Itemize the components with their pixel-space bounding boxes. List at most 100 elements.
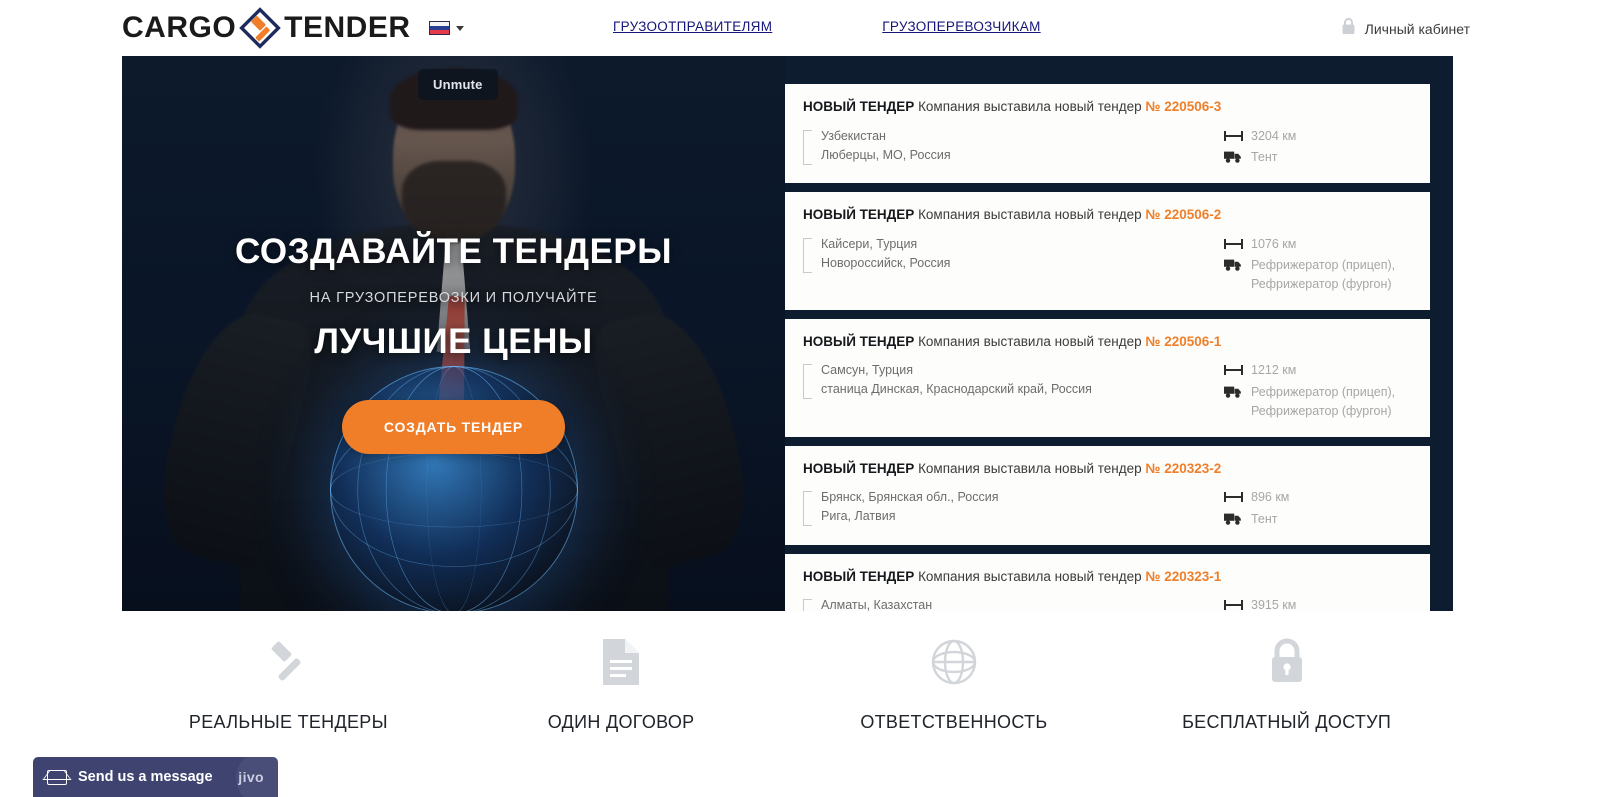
tender-card-text: Компания выставила новый тендер [918,568,1142,584]
route-bracket-icon [803,129,812,165]
route-bracket-icon [803,364,812,400]
distance-icon [1224,363,1243,376]
tender-meta: 1076 км Рефрижератор (прицеп), Рефрижерат… [1224,235,1412,297]
distance-icon [1224,129,1243,142]
feature-label: ОДИН ДОГОВОР [547,712,695,732]
tender-meta: 3204 км Тент [1224,127,1412,171]
tender-card-number: № 220323-1 [1145,568,1222,584]
tender-card-number: № 220506-2 [1145,207,1222,223]
nav-carriers[interactable]: ГРУЗОПЕРЕВОЗЧИКАМ [882,19,1040,34]
tender-card[interactable]: НОВЫЙ ТЕНДЕР Компания выставила новый те… [785,84,1430,184]
tender-card-text: Компания выставила новый тендер [918,207,1142,223]
tender-destination: Рига, Латвия [821,509,896,524]
feature-one-contract: ОДИН ДОГОВОР [455,634,788,733]
tender-card-title: НОВЫЙ ТЕНДЕР Компания выставила новый те… [803,333,1412,351]
distance-icon [1224,490,1243,503]
tender-origin: Брянск, Брянская обл., Россия [821,490,999,505]
tender-card-number: № 220506-3 [1145,99,1222,114]
tender-origin: Кайсери, Турция [821,236,918,251]
gavel-diamond-icon [238,6,282,50]
tender-card-number: № 220506-1 [1145,333,1222,349]
features-row: РЕАЛЬНЫЕ ТЕНДЕРЫ ОДИН ДОГОВОР ОТВЕТСТВЕН… [122,634,1453,733]
nav-shippers[interactable]: ГРУЗООТПРАВИТЕЛЯМ [613,19,772,34]
chat-widget[interactable]: Send us a message jivo [33,757,278,797]
tender-meta: 896 км Тент [1224,488,1412,532]
feature-label: ОТВЕТСТВЕННОСТЬ [860,712,1048,732]
tender-card-text: Компания выставила новый тендер [918,333,1142,349]
chat-widget-orb [236,757,278,797]
tender-card-number: № 220323-2 [1145,460,1222,476]
tender-card-title: НОВЫЙ ТЕНДЕР Компания выставила новый те… [803,568,1412,586]
tender-truck-type: Рефрижератор (прицеп), Рефрижератор (фур… [1251,385,1396,418]
tender-origin: Узбекистан [821,128,886,143]
tender-distance: 1076 км [1251,236,1297,251]
truck-icon [1224,385,1243,399]
logo[interactable]: CARGO TENDER [122,0,411,56]
feature-label: РЕАЛЬНЫЕ ТЕНДЕРЫ [188,712,388,732]
tender-route: Алматы, КазахстанМосква, Россия [803,596,1224,611]
ru-flag-icon [428,21,450,35]
tender-card-kind: НОВЫЙ ТЕНДЕР [803,568,915,584]
tender-destination: Новороссийск, Россия [821,255,951,270]
tender-destination: Люберцы, МО, Россия [821,147,951,162]
hero-headline-secondary: ЛУЧШИЕ ЦЕНЫ [314,321,593,361]
tender-card-text: Компания выставила новый тендер [918,99,1142,114]
tender-distance: 1212 км [1251,363,1297,378]
tender-truck-type: Тент [1251,511,1278,526]
tender-route: Узбекистан Люберцы, МО, Россия [803,127,1224,165]
truck-icon [1224,258,1243,272]
main-nav: ГРУЗООТПРАВИТЕЛЯМ ГРУЗОПЕРЕВОЗЧИКАМ [613,19,1041,34]
logo-text-tender: TENDER [284,11,411,44]
tender-feed: НОВЫЙ ТЕНДЕР Компания выставила новый те… [785,84,1430,611]
distance-icon [1224,237,1243,250]
truck-icon [1224,512,1243,526]
truck-icon [1224,150,1243,164]
logo-text-cargo: CARGO [122,11,237,44]
feature-free-access: БЕСПЛАТНЫЙ ДОСТУП [1120,634,1453,733]
tender-destination: станица Динская, Краснодарский край, Рос… [821,382,1092,397]
tender-card[interactable]: НОВЫЙ ТЕНДЕР Компания выставила новый те… [785,318,1430,437]
tender-distance: 3204 км [1251,128,1297,143]
tender-card[interactable]: НОВЫЙ ТЕНДЕР Компания выставила новый те… [785,445,1430,545]
route-bracket-icon [803,599,812,611]
feature-real-tenders: РЕАЛЬНЫЕ ТЕНДЕРЫ [122,634,455,733]
account-link[interactable]: Личный кабинет [1341,17,1470,40]
tender-card-title: НОВЫЙ ТЕНДЕР Компания выставила новый те… [803,98,1412,116]
route-bracket-icon [803,491,812,527]
envelope-icon [47,769,67,785]
tender-card-title: НОВЫЙ ТЕНДЕР Компания выставила новый те… [803,206,1412,224]
feature-label: БЕСПЛАТНЫЙ ДОСТУП [1182,712,1392,732]
tender-card[interactable]: НОВЫЙ ТЕНДЕР Компания выставила новый те… [785,553,1430,611]
globe-icon [929,634,979,690]
route-bracket-icon [803,237,812,273]
tender-card-text: Компания выставила новый тендер [918,460,1142,476]
create-tender-button[interactable]: СОЗДАТЬ ТЕНДЕР [341,399,566,454]
tender-card-kind: НОВЫЙ ТЕНДЕР [803,99,915,114]
gavel-icon [262,634,314,690]
tender-truck-type: Тент [1251,150,1278,165]
tender-origin: Самсун, Турция [821,363,913,378]
language-selector[interactable] [428,21,464,35]
lock-icon [1341,17,1356,40]
hero-subheadline: НА ГРУЗОПЕРЕВОЗКИ И ПОЛУЧАЙТЕ [309,289,598,306]
tender-distance: 3915 км [1251,598,1297,611]
tender-distance: 896 км [1251,490,1290,505]
tender-route: Самсун, Турция станица Динская, Краснодар… [803,361,1224,400]
tender-card[interactable]: НОВЫЙ ТЕНДЕР Компания выставила новый те… [785,192,1430,310]
hero-section: Unmute СОЗДАВАЙТЕ ТЕНДЕРЫ НА ГРУЗОПЕРЕВО… [122,56,1453,611]
tender-card-title: НОВЫЙ ТЕНДЕР Компания выставила новый те… [803,460,1412,478]
tender-route: Кайсери, Турция Новороссийск, Россия [803,235,1224,273]
site-header: CARGO TENDER ГРУЗООТПРАВИТЕЛЯМ ГРУЗОПЕРЕ… [0,0,1600,56]
lock-icon [1265,634,1309,690]
tender-origin: Алматы, Казахстан [821,598,933,611]
tender-card-kind: НОВЫЙ ТЕНДЕР [803,207,915,223]
tender-truck-type: Рефрижератор (прицеп), Рефрижератор (фур… [1251,258,1396,292]
tender-card-kind: НОВЫЙ ТЕНДЕР [803,460,915,476]
hero-headline-primary: СОЗДАВАЙТЕ ТЕНДЕРЫ [234,232,673,272]
tender-card-kind: НОВЫЙ ТЕНДЕР [803,333,915,349]
chevron-down-icon [455,25,464,31]
tender-route: Брянск, Брянская обл., Россия Рига, Латви… [803,488,1224,527]
document-icon [600,634,642,690]
tender-meta: 3915 кмТент, Рефрижератор (прицеп), [1224,596,1412,611]
tender-meta: 1212 км Рефрижератор (прицеп), Рефрижерат… [1224,361,1412,423]
